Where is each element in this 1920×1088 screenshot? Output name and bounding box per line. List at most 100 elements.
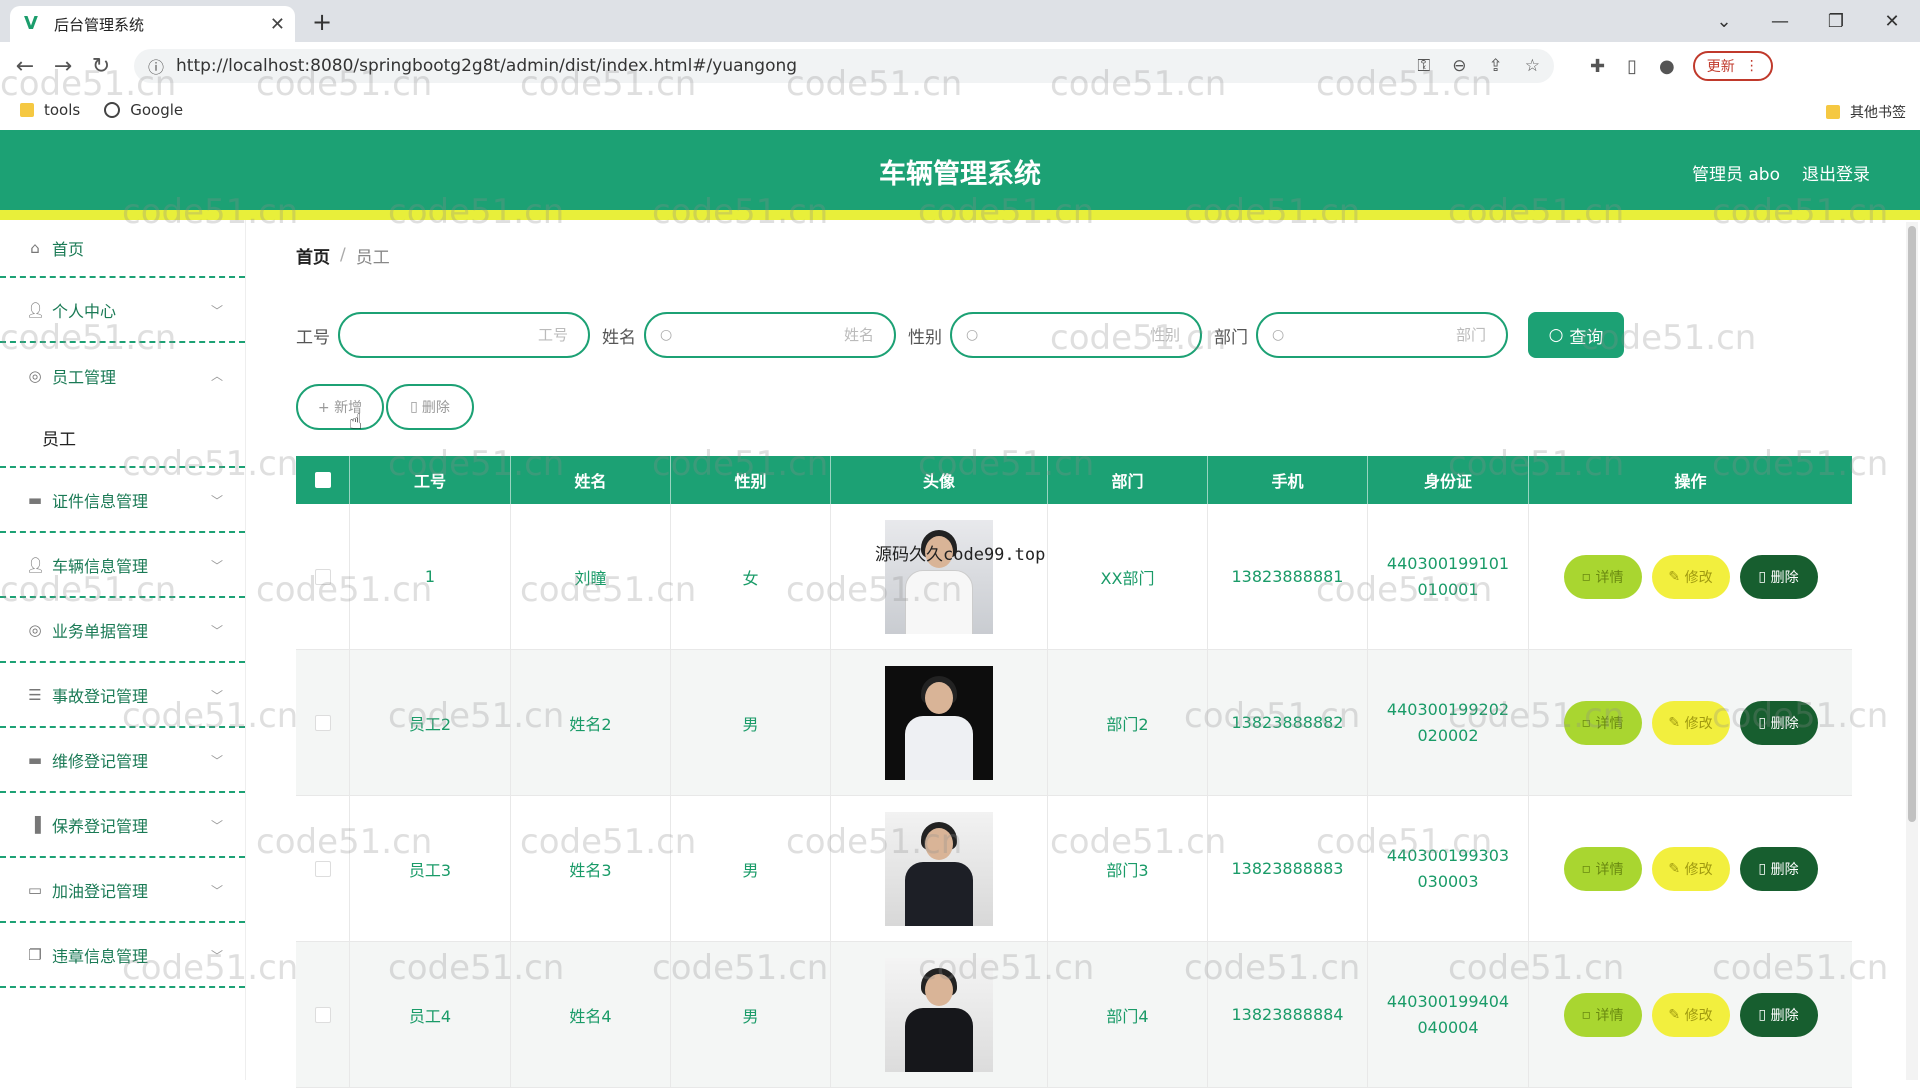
edit-label: 修改 <box>1684 569 1713 586</box>
detail-button[interactable]: ▫ 详情 <box>1563 700 1642 745</box>
sidebar-item-vehicle[interactable]: 👤︎ 车辆信息管理 ﹀ <box>0 533 245 598</box>
sidebar-item-repair[interactable]: ▬ 维修登记管理 ﹀ <box>0 728 245 793</box>
row-checkbox[interactable] <box>314 714 331 731</box>
breadcrumb-current: 员工 <box>355 247 390 268</box>
browser-tab[interactable]: V 后台管理系统 ✕ <box>10 6 295 42</box>
forward-icon[interactable]: → <box>44 54 82 79</box>
close-window-icon[interactable]: ✕ <box>1864 11 1920 32</box>
select-all-checkbox[interactable] <box>314 472 331 488</box>
update-button[interactable]: 更新 ⋮ <box>1692 51 1773 81</box>
avatar <box>885 519 993 634</box>
search-input-dept[interactable] <box>1292 326 1486 344</box>
page-scrollbar[interactable] <box>1906 222 1918 1080</box>
cell-avatar <box>831 942 1048 1087</box>
sidebar-item-label: 业务单据管理 <box>52 621 149 641</box>
url-text[interactable]: http://localhost:8080/springbootg2g8t/ad… <box>176 56 1417 76</box>
batch-delete-button[interactable]: ▯ 删除 <box>386 384 474 430</box>
sidebar-item-maintenance[interactable]: ▐ 保养登记管理 ﹀ <box>0 793 245 858</box>
table-header: 工号 姓名 性别 头像 部门 手机 身份证 操作 <box>296 456 1852 504</box>
detail-label: 详情 <box>1595 861 1624 878</box>
other-bookmarks[interactable]: 其他书签 <box>1826 102 1906 122</box>
pencil-icon: ✎ <box>1668 714 1685 731</box>
edit-button[interactable]: ✎ 修改 <box>1651 700 1730 745</box>
share-icon[interactable]: ⇪ <box>1489 56 1503 76</box>
cell-gender: 男 <box>671 650 831 795</box>
row-checkbox[interactable] <box>314 1006 331 1023</box>
search-input-name[interactable] <box>680 326 874 344</box>
sidebar-item-violation[interactable]: ❐ 违章信息管理 ﹀ <box>0 923 245 988</box>
sidebar-item-employee-mgmt[interactable]: ◎ 员工管理 ︿ <box>0 343 245 408</box>
sidebar-item-business[interactable]: ◎ 业务单据管理 ﹀ <box>0 598 245 663</box>
cell-operations: ▫ 详情 ✎ 修改 ▯ 删除 <box>1529 504 1852 649</box>
extensions-icon[interactable]: ✚ <box>1590 56 1605 77</box>
scrollbar-thumb[interactable] <box>1908 226 1916 822</box>
delete-button[interactable]: ▯ 删除 <box>1739 992 1818 1037</box>
delete-button[interactable]: ▯ 删除 <box>1739 554 1818 599</box>
delete-label: 删除 <box>1770 861 1799 878</box>
cell-idcard: 440300199404040004 <box>1368 942 1529 1087</box>
query-button[interactable]: ○ 查询 <box>1528 312 1624 358</box>
row-checkbox[interactable] <box>314 568 331 585</box>
new-tab-icon[interactable]: + <box>312 8 332 36</box>
tab-search-icon[interactable]: ⌄ <box>1696 11 1752 32</box>
delete-button[interactable]: ▯ 删除 <box>1739 700 1818 745</box>
browser-tabbar: V 后台管理系统 ✕ + ⌄ — ❐ ✕ <box>0 0 1920 42</box>
chevron-down-icon: ﹀ <box>210 819 223 833</box>
search-icon: ○ <box>1272 327 1285 343</box>
cell-id: 员工2 <box>350 650 511 795</box>
star-icon[interactable]: ☆ <box>1525 56 1540 76</box>
home-icon: ⌂ <box>30 239 40 257</box>
cell-phone: 13823888884 <box>1208 942 1368 1087</box>
sidebar-item-refuel[interactable]: ▭ 加油登记管理 ﹀ <box>0 858 245 923</box>
sidebar-item-profile[interactable]: 👤︎ 个人中心 ﹀ <box>0 278 245 343</box>
detail-button[interactable]: ▫ 详情 <box>1563 554 1642 599</box>
profile-icon[interactable]: ● <box>1659 56 1675 77</box>
close-tab-icon[interactable]: ✕ <box>270 14 285 35</box>
edit-button[interactable]: ✎ 修改 <box>1651 554 1730 599</box>
detail-button[interactable]: ▫ 详情 <box>1563 846 1642 891</box>
key-icon[interactable]: ⚿ <box>1417 56 1430 76</box>
sidebar-item-label: 证件信息管理 <box>52 491 149 511</box>
side-panel-icon[interactable]: ▯ <box>1627 56 1637 77</box>
add-button[interactable]: + 新增 <box>296 384 384 430</box>
breadcrumb-home[interactable]: 首页 <box>296 243 330 268</box>
site-info-icon[interactable]: ⓘ <box>148 54 164 78</box>
action-bar: + 新增 ▯ 删除 <box>296 384 476 430</box>
search-icon: ○ <box>966 327 979 343</box>
reload-icon[interactable]: ↻ <box>82 54 120 79</box>
idcard-text: 440300199404040004 <box>1386 991 1510 1037</box>
search-input-id[interactable] <box>354 326 568 344</box>
search-icon: ○ <box>660 327 673 343</box>
sidebar-subitem-employee[interactable]: 员工 <box>0 408 245 468</box>
bookmark-label: tools <box>44 101 81 119</box>
delete-button[interactable]: ▯ 删除 <box>1739 846 1818 891</box>
edit-label: 修改 <box>1684 1007 1713 1024</box>
restore-icon[interactable]: ❐ <box>1808 11 1864 32</box>
detail-button[interactable]: ▫ 详情 <box>1563 992 1642 1037</box>
pencil-icon: ✎ <box>1668 1006 1685 1023</box>
bar-chart-icon: ▐ <box>29 815 41 834</box>
edit-label: 修改 <box>1684 861 1713 878</box>
logout-link[interactable]: 退出登录 <box>1802 160 1870 185</box>
address-bar[interactable]: ⓘ http://localhost:8080/springbootg2g8t/… <box>134 49 1554 83</box>
back-icon[interactable]: ← <box>6 54 44 79</box>
cell-phone: 13823888883 <box>1208 796 1368 941</box>
chevron-down-icon: ﹀ <box>210 494 223 508</box>
minimize-icon[interactable]: — <box>1752 11 1808 32</box>
sidebar-item-accident[interactable]: ☰ 事故登记管理 ﹀ <box>0 663 245 728</box>
row-checkbox[interactable] <box>314 860 331 877</box>
cell-idcard: 440300199101010001 <box>1368 504 1529 649</box>
sidebar-item-home[interactable]: ⌂ 首页 <box>0 220 245 278</box>
search-input-gender[interactable] <box>986 326 1180 344</box>
zoom-icon[interactable]: ⊖ <box>1452 56 1466 76</box>
trash-icon: ▯ <box>1758 860 1771 877</box>
sidebar: ⌂ 首页 👤︎ 个人中心 ﹀ ◎ 员工管理 ︿ 员工 ▬ 证件信息管理 ﹀ 👤︎… <box>0 220 246 1080</box>
edit-button[interactable]: ✎ 修改 <box>1651 846 1730 891</box>
doc-icon: ▫ <box>1581 714 1596 731</box>
bookmark-google[interactable]: Google <box>104 101 183 119</box>
edit-button[interactable]: ✎ 修改 <box>1651 992 1730 1037</box>
cell-name: 姓名3 <box>511 796 671 941</box>
bookmark-tools[interactable]: tools <box>20 101 80 119</box>
address-bar-row: ← → ↻ ⓘ http://localhost:8080/springboot… <box>0 42 1920 90</box>
sidebar-item-certificate[interactable]: ▬ 证件信息管理 ﹀ <box>0 468 245 533</box>
